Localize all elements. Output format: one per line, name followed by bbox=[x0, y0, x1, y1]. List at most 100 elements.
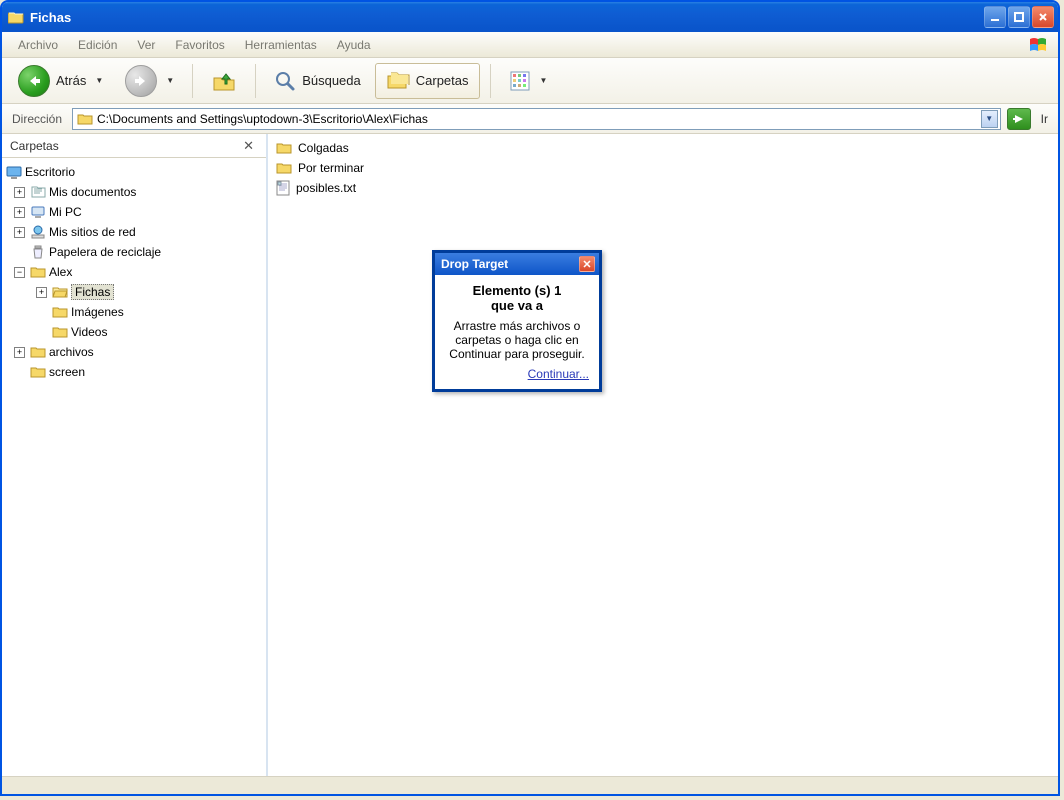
menu-archivo[interactable]: Archivo bbox=[8, 35, 68, 55]
tree-node-alex[interactable]: − Alex bbox=[10, 262, 264, 282]
folders-icon bbox=[386, 70, 410, 92]
dialog-headline-2: que va a bbox=[491, 298, 543, 313]
tree-node-screen[interactable]: screen bbox=[10, 362, 264, 382]
drop-target-dialog[interactable]: Drop Target ✕ Elemento (s) 1 que va a Ar… bbox=[432, 250, 602, 392]
folders-panel-title: Carpetas bbox=[10, 139, 59, 153]
tree-node-recycle[interactable]: Papelera de reciclaje bbox=[10, 242, 264, 262]
folder-icon bbox=[276, 161, 292, 175]
go-button[interactable] bbox=[1007, 108, 1031, 130]
address-dropdown-button[interactable]: ▼ bbox=[981, 110, 998, 128]
address-input[interactable] bbox=[97, 112, 977, 126]
address-label: Dirección bbox=[8, 112, 66, 126]
collapse-icon[interactable]: − bbox=[14, 267, 25, 278]
dropdown-arrow-icon: ▼ bbox=[540, 76, 548, 85]
maximize-button[interactable] bbox=[1008, 6, 1030, 28]
dialog-title: Drop Target bbox=[441, 257, 508, 271]
folder-up-icon bbox=[211, 68, 237, 94]
folder-icon bbox=[77, 112, 93, 126]
dropdown-arrow-icon: ▼ bbox=[95, 76, 103, 85]
network-icon bbox=[30, 224, 46, 240]
menu-ver[interactable]: Ver bbox=[127, 35, 165, 55]
menu-favoritos[interactable]: Favoritos bbox=[165, 35, 234, 55]
tree-label: Fichas bbox=[71, 284, 114, 300]
list-item[interactable]: Colgadas bbox=[276, 138, 1050, 158]
tree-node-imagenes[interactable]: Imágenes bbox=[32, 302, 264, 322]
expand-icon[interactable]: + bbox=[36, 287, 47, 298]
folder-icon bbox=[52, 325, 68, 339]
views-icon bbox=[509, 70, 531, 92]
tree-node-archivos[interactable]: + archivos bbox=[10, 342, 264, 362]
tree-label: Mis sitios de red bbox=[49, 225, 136, 239]
list-item[interactable]: posibles.txt bbox=[276, 178, 1050, 198]
tree-label: Papelera de reciclaje bbox=[49, 245, 161, 259]
expand-icon[interactable]: + bbox=[14, 187, 25, 198]
folders-button[interactable]: Carpetas bbox=[375, 63, 480, 99]
tree-node-network[interactable]: + Mis sitios de red bbox=[10, 222, 264, 242]
folder-icon bbox=[30, 265, 46, 279]
windows-flag-icon bbox=[1024, 34, 1052, 56]
dialog-message: Arrastre más archivos o carpetas o haga … bbox=[445, 319, 589, 361]
explorer-window: Fichas Archivo Edición Ver Favoritos Her… bbox=[0, 0, 1060, 796]
folder-tree[interactable]: Escritorio + Mis documentos + M bbox=[2, 158, 266, 776]
tree-label: screen bbox=[49, 365, 85, 379]
tree-label: Videos bbox=[71, 325, 107, 339]
titlebar[interactable]: Fichas bbox=[2, 2, 1058, 32]
close-button[interactable] bbox=[1032, 6, 1054, 28]
expand-icon[interactable]: + bbox=[14, 347, 25, 358]
dropdown-arrow-icon: ▼ bbox=[166, 76, 174, 85]
minimize-button[interactable] bbox=[984, 6, 1006, 28]
views-button[interactable]: ▼ bbox=[501, 66, 556, 96]
dialog-body: Elemento (s) 1 que va a Arrastre más arc… bbox=[435, 275, 599, 389]
file-list[interactable]: Colgadas Por terminar posibles.txt bbox=[268, 134, 1058, 776]
tree-label: Alex bbox=[49, 265, 72, 279]
file-name: Colgadas bbox=[298, 141, 349, 155]
back-button[interactable]: Atrás ▼ bbox=[10, 61, 111, 101]
list-item[interactable]: Por terminar bbox=[276, 158, 1050, 178]
folders-panel-header: Carpetas ✕ bbox=[2, 134, 266, 158]
menu-herramientas[interactable]: Herramientas bbox=[235, 35, 327, 55]
dialog-headline-1: Elemento (s) 1 bbox=[473, 283, 562, 298]
address-bar: Dirección ▼ Ir bbox=[2, 104, 1058, 134]
tree-node-my-pc[interactable]: + Mi PC bbox=[10, 202, 264, 222]
search-button[interactable]: Búsqueda bbox=[266, 66, 369, 96]
folder-icon bbox=[276, 141, 292, 155]
search-icon bbox=[274, 70, 296, 92]
tree-node-videos[interactable]: Videos bbox=[32, 322, 264, 342]
folders-panel: Carpetas ✕ Escritorio + bbox=[2, 134, 268, 776]
tree-node-desktop[interactable]: Escritorio bbox=[4, 162, 264, 182]
up-button[interactable] bbox=[203, 64, 245, 98]
forward-button[interactable]: ▼ bbox=[117, 61, 182, 101]
search-label: Búsqueda bbox=[302, 73, 361, 88]
tree-label: Imágenes bbox=[71, 305, 124, 319]
folder-icon bbox=[30, 365, 46, 379]
menu-edicion[interactable]: Edición bbox=[68, 35, 127, 55]
status-bar bbox=[2, 776, 1058, 794]
folder-icon bbox=[52, 305, 68, 319]
folder-icon bbox=[8, 9, 24, 25]
expand-icon[interactable]: + bbox=[14, 207, 25, 218]
panel-close-button[interactable]: ✕ bbox=[239, 138, 258, 154]
forward-arrow-icon bbox=[125, 65, 157, 97]
tree-label: archivos bbox=[49, 345, 94, 359]
tree-node-my-documents[interactable]: + Mis documentos bbox=[10, 182, 264, 202]
address-combo[interactable]: ▼ bbox=[72, 108, 1001, 130]
back-arrow-icon bbox=[18, 65, 50, 97]
tree-label: Mi PC bbox=[49, 205, 82, 219]
my-computer-icon bbox=[30, 204, 46, 220]
tree-label: Escritorio bbox=[25, 165, 75, 179]
toolbar: Atrás ▼ ▼ Búsqueda bbox=[2, 58, 1058, 104]
dialog-titlebar[interactable]: Drop Target ✕ bbox=[435, 253, 599, 275]
text-file-icon bbox=[276, 180, 290, 196]
dialog-close-button[interactable]: ✕ bbox=[579, 256, 595, 272]
expand-icon[interactable]: + bbox=[14, 227, 25, 238]
menu-ayuda[interactable]: Ayuda bbox=[327, 35, 381, 55]
folders-label: Carpetas bbox=[416, 73, 469, 88]
my-documents-icon bbox=[30, 184, 46, 200]
continue-link[interactable]: Continuar... bbox=[528, 367, 589, 381]
back-label: Atrás bbox=[56, 73, 86, 88]
folder-icon bbox=[30, 345, 46, 359]
tree-label: Mis documentos bbox=[49, 185, 136, 199]
file-name: posibles.txt bbox=[296, 181, 356, 195]
recycle-bin-icon bbox=[30, 244, 46, 260]
tree-node-fichas[interactable]: + Fichas bbox=[32, 282, 264, 302]
